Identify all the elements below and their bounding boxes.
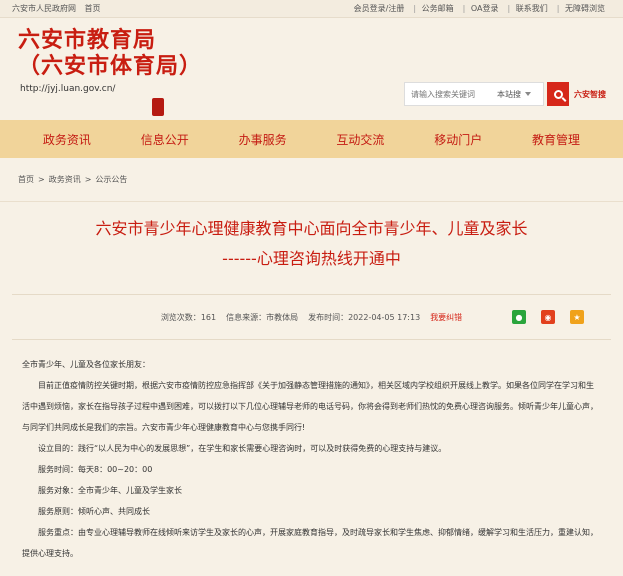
search-button[interactable] — [547, 82, 569, 106]
search-box: 本站搜 — [404, 82, 544, 106]
top-left-links: 六安市人民政府网 首页 — [12, 3, 107, 14]
article-body: 全市青少年、儿童及各位家长朋友： 目前正值疫情防控关键时期，根据六安市疫情防控应… — [12, 340, 611, 564]
article-paragraph: 服务对象：全市青少年、儿童及学生家长 — [38, 486, 182, 495]
breadcrumb: 首页 > 政务资讯 > 公示公告 — [0, 158, 623, 202]
gov-site-link[interactable]: 六安市人民政府网 — [12, 4, 76, 13]
weibo-icon[interactable]: ◉ — [541, 310, 555, 324]
top-right-links: 会员登录/注册 | 公务邮箱 | OA登录 | 联系我们 | 无障碍浏览 — [353, 4, 605, 13]
search-scope-select[interactable]: 本站搜 — [497, 89, 521, 100]
search-input[interactable] — [405, 89, 495, 99]
wechat-icon[interactable]: ● — [512, 310, 526, 324]
report-error-link[interactable]: 我要纠错 — [430, 312, 462, 323]
article-title-line1: 六安市青少年心理健康教育中心面向全市青少年、儿童及家长 — [95, 219, 528, 238]
chevron-down-icon[interactable] — [525, 92, 531, 96]
article: 六安市青少年心理健康教育中心面向全市青少年、儿童及家长 ------心理咨询热线… — [12, 202, 611, 564]
nav-item-education-mgmt[interactable]: 教育管理 — [532, 131, 580, 148]
nav-item-news[interactable]: 政务资讯 — [43, 131, 91, 148]
breadcrumb-news[interactable]: 政务资讯 — [49, 174, 81, 185]
breadcrumb-home[interactable]: 首页 — [18, 174, 34, 185]
article-paragraph: 全市青少年、儿童及各位家长朋友： — [22, 360, 150, 369]
article-title: 六安市青少年心理健康教育中心面向全市青少年、儿童及家长 ------心理咨询热线… — [12, 202, 611, 274]
site-url: http://jyj.luan.gov.cn/ — [20, 84, 116, 94]
article-meta: 浏览次数：161 信息来源：市教体局 发布时间：2022-04-05 17:13… — [12, 294, 611, 340]
official-mail-link[interactable]: 公务邮箱 — [422, 4, 454, 13]
article-title-line2: ------心理咨询热线开通中 — [222, 249, 401, 268]
nav-item-services[interactable]: 办事服务 — [239, 131, 287, 148]
accessibility-link[interactable]: 无障碍浏览 — [565, 4, 605, 13]
site-header: 六安市教育局 （六安市体育局） http://jyj.luan.gov.cn/ … — [0, 18, 623, 120]
article-paragraph: 设立目的：践行“以人民为中心的发展思想”，在学生和家长需要心理咨询时，可以及时获… — [38, 444, 447, 453]
site-logo[interactable]: 六安市教育局 （六安市体育局） — [18, 28, 202, 80]
logo-title-line1: 六安市教育局 — [18, 28, 157, 53]
smart-search-link[interactable]: 六安智搜 — [574, 89, 606, 100]
views-meta: 浏览次数：161 — [160, 312, 217, 322]
oa-login-link[interactable]: OA登录 — [471, 4, 499, 13]
logo-title-line2: （六安市体育局） — [18, 54, 203, 79]
article-paragraph: 服务重点：由专业心理辅导教师在线倾听来访学生及家长的心声，开展家庭教育指导，及时… — [22, 528, 598, 558]
article-paragraph: 服务原则：倾听心声、共同成长 — [38, 507, 150, 516]
article-paragraph: 服务时间：每天8：00~20：00 — [38, 465, 153, 474]
nav-item-mobile[interactable]: 移动门户 — [434, 131, 482, 148]
favorite-icon[interactable]: ★ — [570, 310, 584, 324]
contact-link[interactable]: 联系我们 — [516, 4, 548, 13]
search-icon — [553, 89, 563, 99]
article-paragraph: 目前正值疫情防控关键时期，根据六安市疫情防控应急指挥部《关于加强静态管理措施的通… — [22, 381, 598, 432]
member-login-link[interactable]: 会员登录/注册 — [354, 4, 405, 13]
main-nav: 政务资讯 信息公开 办事服务 互动交流 移动门户 教育管理 — [0, 120, 623, 158]
home-link[interactable]: 首页 — [85, 4, 101, 13]
top-utility-bar: 六安市人民政府网 首页 会员登录/注册 | 公务邮箱 | OA登录 | 联系我们 | 无… — [0, 0, 623, 18]
breadcrumb-announcements[interactable]: 公示公告 — [95, 174, 127, 185]
nav-item-interaction[interactable]: 互动交流 — [336, 131, 384, 148]
share-buttons: ● ◉ ★ — [507, 310, 589, 324]
seal-icon — [152, 98, 164, 116]
source-meta: 信息来源：市教体局 — [226, 312, 299, 322]
date-meta: 发布时间：2022-04-05 17:13 — [308, 312, 421, 322]
nav-item-info-disclosure[interactable]: 信息公开 — [141, 131, 189, 148]
